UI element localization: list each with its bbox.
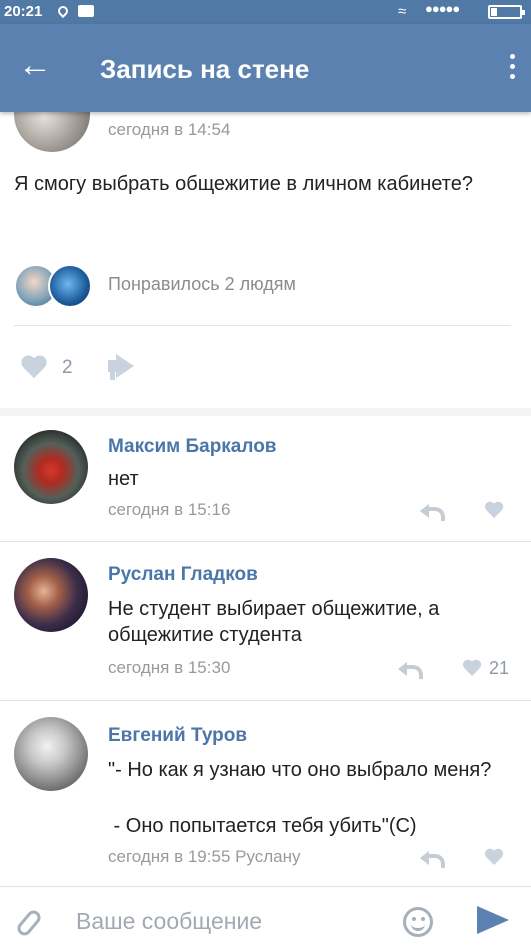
arrow-left-icon[interactable]: ← <box>18 48 52 82</box>
comment-timestamp: сегодня в 19:55 Руслану <box>108 847 301 866</box>
section-divider <box>0 408 531 416</box>
status-time: 20:21 <box>4 3 43 20</box>
message-composer <box>0 886 531 952</box>
comment-text-line1: "- Но как я узнаю что оно выбрало меня? <box>108 759 492 781</box>
heart-icon[interactable] <box>462 660 482 679</box>
location-icon <box>55 3 71 19</box>
heart-icon <box>20 356 48 382</box>
heart-icon[interactable] <box>484 849 504 868</box>
heart-icon[interactable] <box>484 502 504 521</box>
comment-text: Не студент выбирает общежитие, а общежит… <box>108 598 440 646</box>
image-notification-icon <box>78 5 94 17</box>
likers-summary[interactable]: Понравилось 2 людям <box>108 274 296 295</box>
comment-author[interactable]: Евгений Туров <box>108 725 247 747</box>
avatar[interactable] <box>14 717 88 791</box>
avatar <box>48 264 92 308</box>
comment-text: нет <box>108 468 139 490</box>
divider <box>14 325 511 326</box>
comment-item: Евгений Туров "- Но как я узнаю что оно … <box>0 701 531 885</box>
emoji-smile-icon[interactable] <box>403 907 433 937</box>
post-text: Я смогу выбрать общежитие в личном кабин… <box>14 173 473 195</box>
comment-item: Максим Баркалов нет сегодня в 15:16 <box>0 416 531 540</box>
like-count: 2 <box>62 357 73 378</box>
reply-icon[interactable] <box>398 661 423 679</box>
more-vertical-icon[interactable] <box>507 54 517 82</box>
message-input[interactable] <box>76 901 376 941</box>
attach-clip-icon[interactable] <box>14 907 44 939</box>
comment-like-count: 21 <box>489 658 510 678</box>
comment-timestamp: сегодня в 15:16 <box>108 500 231 519</box>
app-header: ← Запись на стене <box>0 24 531 112</box>
reply-icon[interactable] <box>420 503 445 521</box>
post-timestamp: сегодня в 14:54 <box>108 120 231 139</box>
avatar[interactable] <box>14 558 88 632</box>
battery-icon <box>488 5 525 19</box>
comment-text-line2: - Оно попытается тебя убить"(С) <box>108 815 417 837</box>
comment-timestamp: сегодня в 15:30 <box>108 658 231 677</box>
likers-avatars[interactable] <box>14 262 104 308</box>
avatar[interactable] <box>14 430 88 504</box>
status-bar: 20:21 ≈ ●●●●● <box>0 0 531 24</box>
comment-item: Руслан Гладков Не студент выбирает общеж… <box>0 542 531 702</box>
share-megaphone-icon[interactable] <box>108 354 136 380</box>
comment-author[interactable]: Максим Баркалов <box>108 436 276 458</box>
wifi-icon: ≈ <box>398 3 407 20</box>
reply-icon[interactable] <box>420 850 445 868</box>
page-title: Запись на стене <box>100 54 310 84</box>
send-icon[interactable] <box>477 906 509 934</box>
comment-author[interactable]: Руслан Гладков <box>108 564 258 586</box>
signal-icon: ●●●●● <box>425 1 460 16</box>
